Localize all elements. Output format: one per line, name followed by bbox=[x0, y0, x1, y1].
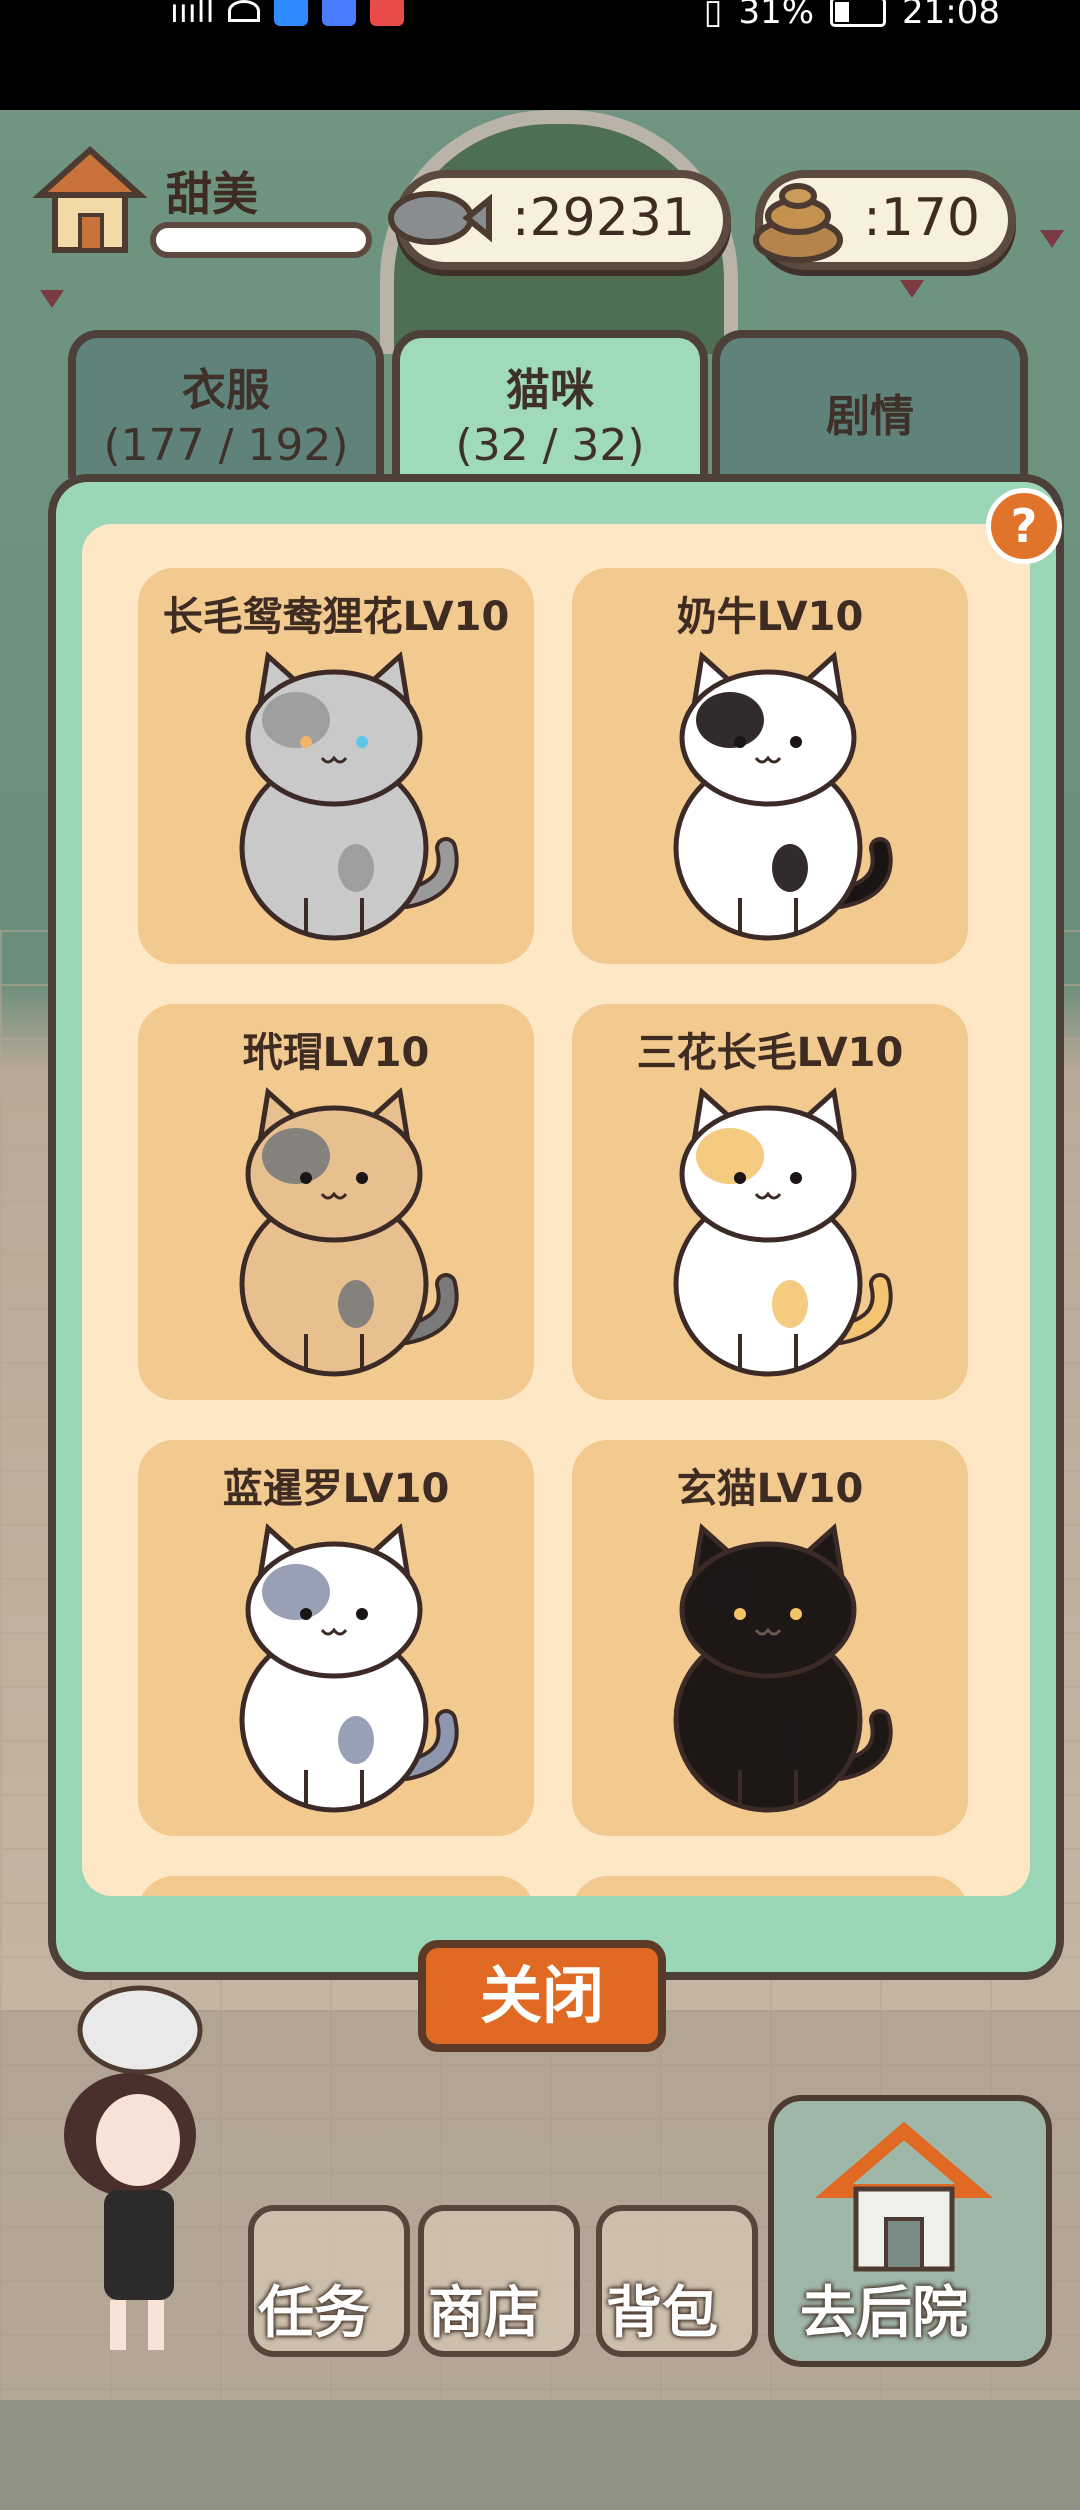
poop-currency: :170 bbox=[753, 170, 1016, 270]
house-icon[interactable] bbox=[30, 140, 150, 260]
cat-card[interactable]: 玄猫LV10 bbox=[572, 1440, 968, 1836]
battery-percent: 31% bbox=[738, 0, 815, 32]
shopkeeper-character bbox=[64, 1985, 203, 2350]
status-right: ▯ 31% 21:08 bbox=[704, 0, 1000, 32]
cat-eye bbox=[356, 1608, 368, 1620]
cat-illustration bbox=[239, 1523, 459, 1813]
cat-eye bbox=[356, 1172, 368, 1184]
cat-illustration bbox=[673, 1523, 893, 1813]
cat-patch bbox=[338, 844, 374, 892]
tab-cats-label: 猫咪 bbox=[506, 365, 594, 416]
cat-patch bbox=[338, 1280, 374, 1328]
cat-card[interactable]: 长毛鸳鸯狸花LV10 bbox=[138, 568, 534, 964]
tab-clothes-label: 衣服 bbox=[182, 365, 270, 416]
tasks-label: 任务 bbox=[258, 2281, 370, 2346]
tab-clothes[interactable]: 衣服 (177 / 192) bbox=[68, 330, 384, 478]
fish-icon bbox=[388, 191, 492, 245]
wifi-icon bbox=[228, 0, 261, 22]
close-button[interactable]: 关闭 bbox=[418, 1940, 666, 2052]
signal-icon: ıııll bbox=[170, 0, 215, 30]
cat-eye bbox=[790, 1608, 802, 1620]
cat-card[interactable]: 玳瑁LV10 bbox=[138, 1004, 534, 1400]
cat-illustration bbox=[673, 651, 893, 941]
cat-name: 奶牛LV10 bbox=[676, 594, 864, 640]
cat-card-partial[interactable] bbox=[572, 1876, 968, 1896]
poop-icon bbox=[753, 183, 843, 263]
cat-patch bbox=[338, 1716, 374, 1764]
poop-count: :170 bbox=[863, 188, 980, 248]
cat-eye bbox=[734, 1172, 746, 1184]
cat-illustration bbox=[239, 1087, 459, 1377]
cat-patch bbox=[772, 1716, 808, 1764]
cat-card[interactable]: 蓝暹罗LV10 bbox=[138, 1440, 534, 1836]
cat-name: 三花长毛LV10 bbox=[636, 1030, 904, 1076]
experience-bar bbox=[150, 222, 372, 258]
help-button[interactable]: ? bbox=[986, 488, 1062, 564]
cat-name: 蓝暹罗LV10 bbox=[222, 1466, 450, 1512]
cat-patch bbox=[262, 1564, 330, 1620]
cat-patch bbox=[772, 1280, 808, 1328]
fish-count: :29231 bbox=[512, 188, 695, 248]
tab-story-label: 剧情 bbox=[826, 391, 914, 442]
cat-eye bbox=[356, 736, 368, 748]
cat-eye bbox=[300, 736, 312, 748]
wall-decoration bbox=[1040, 230, 1064, 248]
tab-cats[interactable]: 猫咪 (32 / 32) bbox=[392, 330, 708, 488]
cat-name: 玄猫LV10 bbox=[676, 1466, 864, 1512]
cat-eye bbox=[300, 1172, 312, 1184]
bag-label: 背包 bbox=[606, 2281, 718, 2346]
cat-name: 玳瑁LV10 bbox=[242, 1030, 430, 1076]
cat-eye bbox=[734, 736, 746, 748]
cat-patch bbox=[772, 844, 808, 892]
house-icon bbox=[815, 2121, 993, 2272]
status-left: ıııll bbox=[170, 0, 405, 30]
cat-card[interactable]: 奶牛LV10 bbox=[572, 568, 968, 964]
player-name: 甜美 bbox=[166, 167, 258, 221]
tab-cats-count: (32 / 32) bbox=[455, 420, 645, 471]
cat-patch bbox=[262, 1128, 330, 1184]
notification-app-icon bbox=[370, 0, 405, 26]
fish-currency: :29231 bbox=[388, 170, 731, 270]
tab-story[interactable]: 剧情 bbox=[712, 330, 1028, 478]
cat-illustration bbox=[239, 651, 459, 941]
nfc-icon: ▯ bbox=[703, 0, 723, 32]
cat-card-partial[interactable] bbox=[138, 1876, 534, 1896]
music-app-icon bbox=[322, 0, 357, 26]
cat-name: 长毛鸳鸯狸花LV10 bbox=[162, 594, 510, 640]
status-bar: ıııll ▯ 31% 21:08 bbox=[0, 0, 1080, 110]
cat-eye bbox=[790, 736, 802, 748]
cat-eye bbox=[790, 1172, 802, 1184]
cat-eye bbox=[734, 1608, 746, 1620]
cat-patch bbox=[696, 692, 764, 748]
clock: 21:08 bbox=[902, 0, 1000, 32]
cat-grid[interactable]: 长毛鸳鸯狸花LV10 奶牛LV10 玳瑁LV10 三花长毛LV10 蓝暹罗LV1… bbox=[82, 524, 1030, 1896]
search-app-icon bbox=[274, 0, 309, 26]
wall-decoration bbox=[40, 290, 64, 308]
cat-patch bbox=[696, 1564, 764, 1620]
cat-eye bbox=[300, 1608, 312, 1620]
shop-label: 商店 bbox=[428, 2281, 540, 2346]
battery-icon bbox=[830, 0, 887, 27]
backyard-label: 去后院 bbox=[800, 2281, 968, 2346]
cat-patch bbox=[696, 1128, 764, 1184]
cat-patch bbox=[262, 692, 330, 748]
wall-decoration bbox=[900, 280, 924, 298]
tab-clothes-count: (177 / 192) bbox=[103, 420, 349, 471]
cat-collection-panel: 长毛鸳鸯狸花LV10 奶牛LV10 玳瑁LV10 三花长毛LV10 蓝暹罗LV1… bbox=[48, 474, 1064, 1980]
cat-illustration bbox=[673, 1087, 893, 1377]
cat-card[interactable]: 三花长毛LV10 bbox=[572, 1004, 968, 1400]
